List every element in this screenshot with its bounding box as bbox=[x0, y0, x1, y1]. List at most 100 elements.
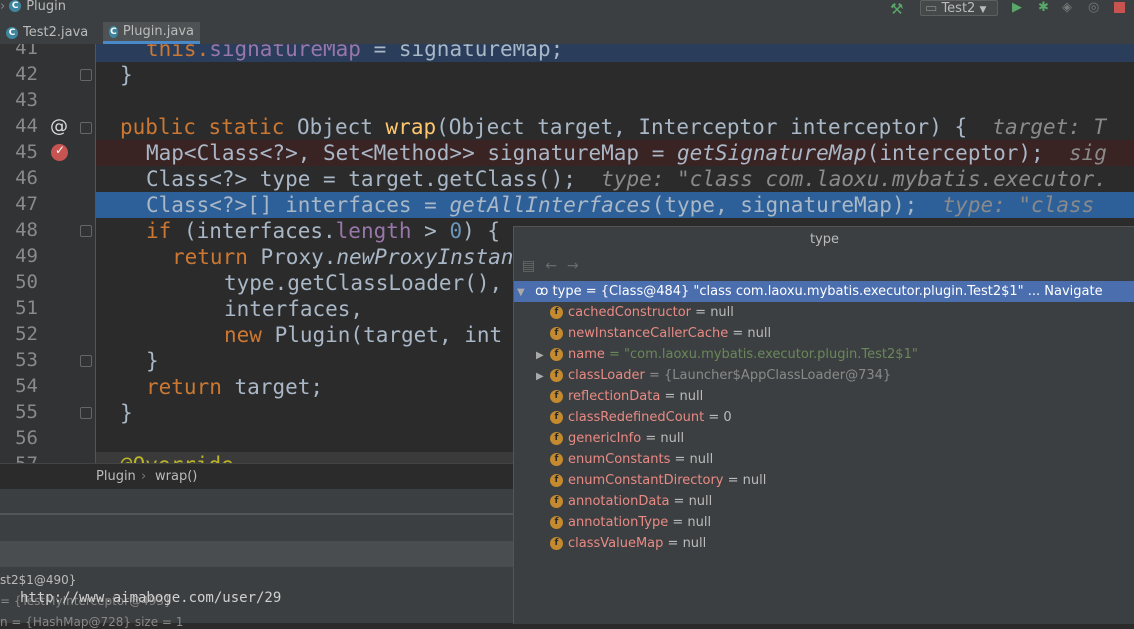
field-name: classValueMap bbox=[568, 536, 664, 551]
line-number: 55 bbox=[15, 401, 38, 423]
field-name: name bbox=[568, 347, 605, 362]
tab-label: Test2.java bbox=[23, 25, 89, 40]
tab-label: Plugin.java bbox=[122, 23, 194, 39]
code-token: Class<?>[] interfaces = bbox=[146, 193, 450, 217]
field-icon: f bbox=[550, 348, 563, 361]
code-line-47-execution-point: Class<?>[] interfaces = getAllInterfaces… bbox=[96, 192, 1134, 218]
popup-toolbar: ▤ ← → bbox=[514, 253, 1134, 279]
class-icon: C bbox=[6, 27, 18, 39]
variable-row[interactable]: n = {HashMap@728} size = 1 bbox=[0, 615, 183, 629]
code-token: 0 bbox=[449, 219, 463, 243]
window-title[interactable]: Plugin bbox=[26, 0, 66, 14]
tree-field-row[interactable]: ▶ f classLoader = {Launcher$AppClassLoader… bbox=[514, 365, 1134, 386]
nav-bar: › C Plugin bbox=[0, 0, 66, 22]
field-icon: f bbox=[550, 327, 563, 340]
field-value: = {Launcher$AppClassLoader@734} bbox=[648, 368, 892, 383]
tree-root-type[interactable]: ▼ ꝏ type = {Class@484} "class com.laoxu.… bbox=[514, 281, 1134, 302]
forward-arrow-icon[interactable]: → bbox=[567, 258, 579, 274]
fold-icon[interactable] bbox=[80, 69, 92, 81]
profile-icon[interactable]: ◎ bbox=[1088, 0, 1099, 16]
inline-debug-hint: type: "class com.laoxu.mybatis.executor. bbox=[575, 167, 1107, 191]
override-marker-icon[interactable]: @ bbox=[50, 116, 68, 137]
code-token: return bbox=[146, 375, 235, 399]
line-number: 51 bbox=[15, 297, 38, 319]
fold-icon[interactable] bbox=[80, 407, 92, 419]
breadcrumb-class[interactable]: Plugin bbox=[96, 469, 136, 484]
line-number: 41 bbox=[15, 44, 38, 59]
field-name: classLoader bbox=[568, 368, 645, 383]
expand-down-icon[interactable]: ▼ bbox=[517, 282, 531, 303]
field-name: annotationData bbox=[568, 494, 670, 509]
expand-right-icon[interactable]: ▶ bbox=[536, 345, 550, 366]
code-line-44: public static Object wrap(Object target,… bbox=[96, 114, 1134, 140]
field-icon: f bbox=[550, 495, 563, 508]
breadcrumb: Plugin › wrap() bbox=[0, 463, 513, 490]
variable-inspector-popup[interactable]: type ▤ ← → ▼ ꝏ type = {Class@484} "class… bbox=[513, 226, 1134, 624]
folder-icon[interactable]: ▤ bbox=[522, 258, 535, 274]
tree-field-row[interactable]: f newInstanceCallerCache = null bbox=[514, 323, 1134, 344]
field-value: = null bbox=[674, 452, 714, 467]
fold-icon[interactable] bbox=[80, 355, 92, 367]
build-hammer-icon[interactable]: ⚒ bbox=[890, 0, 903, 18]
chevron-right-icon: › bbox=[0, 0, 6, 14]
tree-field-row[interactable]: f annotationType = null bbox=[514, 512, 1134, 533]
tree-field-row[interactable]: f genericInfo = null bbox=[514, 428, 1134, 449]
coverage-icon[interactable]: ◈ bbox=[1062, 0, 1072, 16]
debug-panel: st2$1@490} = {TestMyInterceptor@493} n =… bbox=[0, 489, 513, 629]
fold-icon[interactable] bbox=[80, 122, 92, 134]
field-value: = null bbox=[732, 326, 772, 341]
field-icon: f bbox=[550, 432, 563, 445]
watch-glasses-icon: ꝏ bbox=[535, 284, 549, 299]
tree-field-row[interactable]: ▶ f name = "com.laoxu.mybatis.executor.plu… bbox=[514, 344, 1134, 365]
debug-icon[interactable]: ✱ bbox=[1038, 0, 1049, 16]
field-name: cachedConstructor bbox=[568, 305, 692, 320]
code-token: ) { bbox=[462, 219, 501, 243]
app-config-icon: ▭ bbox=[925, 1, 938, 16]
field-name: newInstanceCallerCache bbox=[568, 326, 729, 341]
root-value: = {Class@484} "class com.laoxu.mybatis.e… bbox=[585, 284, 1024, 299]
field-icon: f bbox=[550, 369, 563, 382]
chevron-down-icon: ▼ bbox=[979, 5, 987, 15]
field-value: = "com.laoxu.mybatis.executor.plugin.Tes… bbox=[609, 347, 918, 362]
code-token: getAllInterfaces bbox=[449, 193, 652, 217]
tree-field-row[interactable]: f enumConstantDirectory = null bbox=[514, 470, 1134, 491]
fold-icon[interactable] bbox=[80, 225, 92, 237]
code-token: (Object target, Interceptor interceptor)… bbox=[436, 115, 968, 139]
tree-field-row[interactable]: f classRedefinedCount = 0 bbox=[514, 407, 1134, 428]
watermark: http://www.aimaboge.com/user/29 bbox=[20, 590, 282, 606]
field-value: = null bbox=[695, 305, 734, 320]
line-number: 45 bbox=[15, 141, 38, 163]
expand-right-icon[interactable]: ▶ bbox=[536, 366, 550, 387]
variable-row[interactable]: st2$1@490} bbox=[0, 573, 76, 587]
run-icon[interactable]: ▶ bbox=[1012, 0, 1022, 16]
editor-gutter: 41 42 43 44 45 46 47 48 49 50 51 52 53 54 55 56 57 @ ✓ bbox=[0, 44, 96, 463]
code-token: this. bbox=[146, 44, 210, 61]
tree-field-row[interactable]: f reflectionData = null bbox=[514, 386, 1134, 407]
stop-icon[interactable] bbox=[1114, 2, 1125, 13]
field-value: = null bbox=[664, 389, 704, 404]
tree-field-row[interactable]: f enumConstants = null bbox=[514, 449, 1134, 470]
back-arrow-icon[interactable]: ← bbox=[545, 258, 557, 274]
run-config-select[interactable]: ▭ Test2 ▼ bbox=[920, 0, 998, 16]
tab-test2-java[interactable]: C Test2.java bbox=[0, 22, 96, 44]
tree-field-row[interactable]: f classValueMap = null bbox=[514, 533, 1134, 554]
field-value: = null bbox=[672, 515, 712, 530]
field-icon: f bbox=[550, 537, 563, 550]
field-icon: f bbox=[550, 390, 563, 403]
field-value: = null bbox=[673, 494, 713, 509]
line-number: 49 bbox=[15, 245, 38, 267]
field-value: = null bbox=[727, 473, 767, 488]
code-token: signatureMap bbox=[209, 44, 361, 61]
field-name: genericInfo bbox=[568, 431, 642, 446]
tree-field-row[interactable]: f annotationData = null bbox=[514, 491, 1134, 512]
tree-field-row[interactable]: f cachedConstructor = null bbox=[514, 302, 1134, 323]
root-name: type bbox=[552, 284, 582, 299]
tab-plugin-java[interactable]: C Plugin.java bbox=[103, 22, 200, 44]
run-config-label: Test2 bbox=[941, 1, 976, 16]
field-name: annotationType bbox=[568, 515, 669, 530]
code-token: type.getClassLoader(), bbox=[224, 271, 503, 295]
title-bar: › C Plugin ⚒ ▭ Test2 ▼ ▶ ✱ ◈ ◎ bbox=[0, 0, 1134, 22]
field-icon: f bbox=[550, 411, 563, 424]
navigate-link[interactable]: ... Navigate bbox=[1028, 284, 1103, 299]
breadcrumb-method[interactable]: wrap() bbox=[155, 469, 197, 484]
